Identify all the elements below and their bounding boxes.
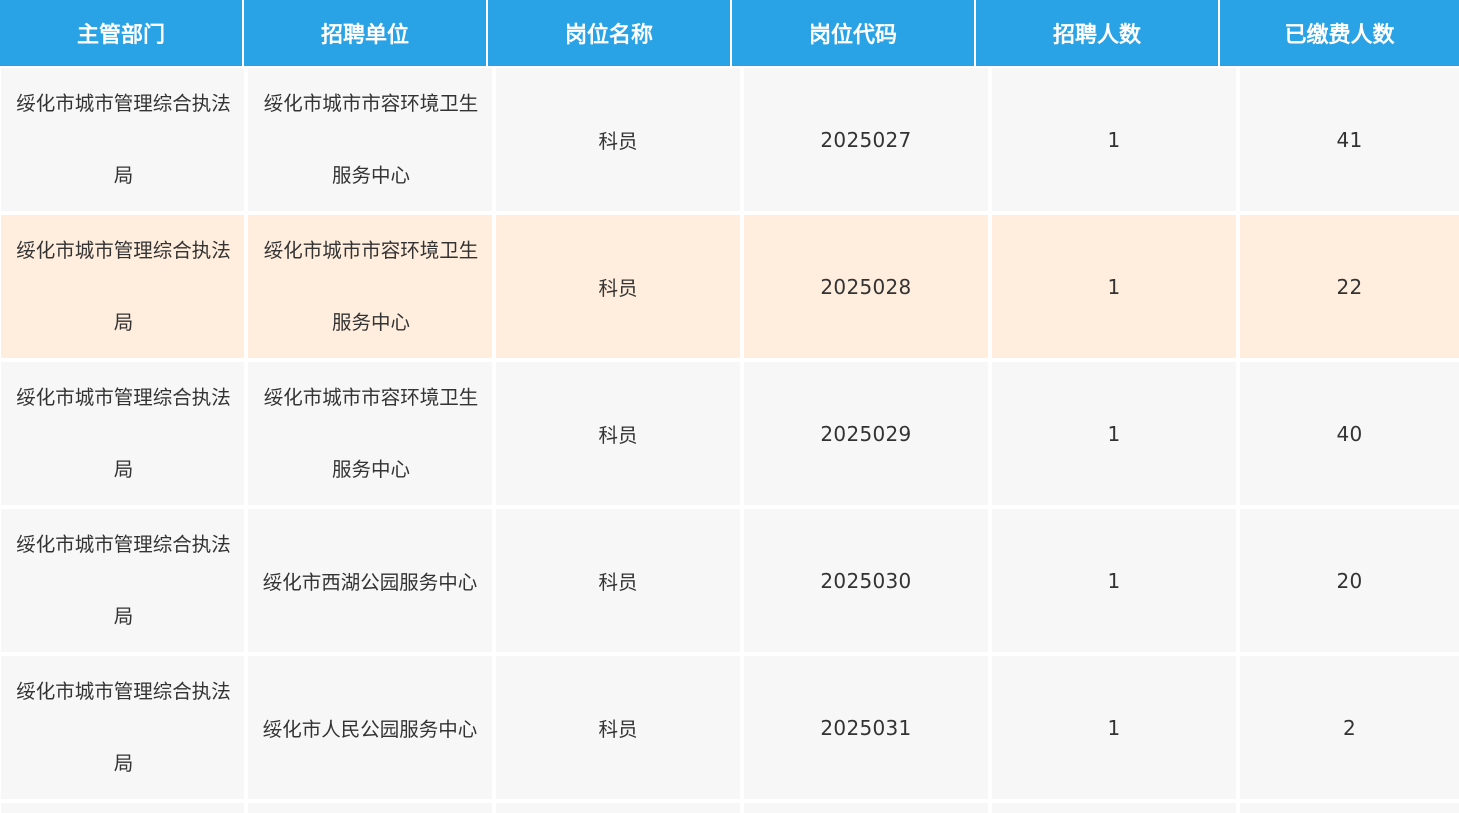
header-paid-count: 已缴费人数 (1220, 0, 1459, 66)
cell-text: 绥化市城市管理综合执法 (16, 679, 231, 703)
cell-text: 局 (113, 310, 134, 334)
cell-position-name: 科员 (496, 68, 740, 211)
cell-department: 绥化市城市管理综合执法 局 (1, 362, 244, 505)
cell-text: 绥化市城市管理综合执法 (16, 385, 231, 409)
cell-paid-count: 22 (1240, 215, 1459, 358)
cell-recruiting-unit: 绥化市城市市容环境卫生 服务中心 (248, 215, 492, 358)
cell-openings: 1 (992, 362, 1236, 505)
cell-text: 局 (113, 457, 134, 481)
cell-position-name: 科员 (496, 362, 740, 505)
cell-text: 绥化市城市管理综合执法 (16, 91, 231, 115)
cell-empty (496, 803, 740, 813)
cell-position-code: 2025028 (744, 215, 988, 358)
header-department: 主管部门 (0, 0, 244, 66)
cell-position-code: 2025030 (744, 509, 988, 652)
cell-empty (1, 803, 244, 813)
cell-recruiting-unit: 绥化市西湖公园服务中心 (248, 509, 492, 652)
table-row-partial (0, 803, 1459, 813)
cell-paid-count: 40 (1240, 362, 1459, 505)
cell-position-code: 2025029 (744, 362, 988, 505)
header-openings: 招聘人数 (976, 0, 1220, 66)
cell-empty (1240, 803, 1459, 813)
cell-text: 绥化市城市管理综合执法 (16, 532, 231, 556)
cell-text: 局 (113, 751, 134, 775)
cell-text: 绥化市城市市容环境卫生 (263, 91, 479, 115)
cell-text: 绥化市人民公园服务中心 (262, 718, 478, 741)
table-row: 绥化市城市管理综合执法 局 绥化市西湖公园服务中心 科员 2025030 1 2… (0, 509, 1459, 652)
table-row: 绥化市城市管理综合执法 局 绥化市人民公园服务中心 科员 2025031 1 2 (0, 656, 1459, 799)
table-row: 绥化市城市管理综合执法 局 绥化市城市市容环境卫生 服务中心 科员 202502… (0, 362, 1459, 505)
cell-text: 服务中心 (331, 310, 410, 334)
header-position-name: 岗位名称 (488, 0, 732, 66)
cell-recruiting-unit: 绥化市城市市容环境卫生 服务中心 (248, 68, 492, 211)
cell-position-code: 2025031 (744, 656, 988, 799)
cell-paid-count: 2 (1240, 656, 1459, 799)
cell-department: 绥化市城市管理综合执法 局 (1, 509, 244, 652)
table-row: 绥化市城市管理综合执法 局 绥化市城市市容环境卫生 服务中心 科员 202502… (0, 68, 1459, 211)
cell-position-name: 科员 (496, 509, 740, 652)
cell-position-name: 科员 (496, 656, 740, 799)
cell-position-code: 2025027 (744, 68, 988, 211)
cell-department: 绥化市城市管理综合执法 局 (1, 215, 244, 358)
cell-empty (992, 803, 1236, 813)
cell-position-name: 科员 (496, 215, 740, 358)
cell-openings: 1 (992, 215, 1236, 358)
recruitment-table: 主管部门 招聘单位 岗位名称 岗位代码 招聘人数 已缴费人数 绥化市城市管理综合… (0, 0, 1459, 813)
cell-empty (248, 803, 492, 813)
cell-text: 局 (113, 163, 134, 187)
cell-text: 绥化市西湖公园服务中心 (262, 571, 478, 594)
cell-text: 绥化市城市市容环境卫生 (263, 385, 479, 409)
header-recruiting-unit: 招聘单位 (244, 0, 488, 66)
cell-paid-count: 41 (1240, 68, 1459, 211)
cell-text: 绥化市城市管理综合执法 (16, 238, 231, 262)
header-position-code: 岗位代码 (732, 0, 976, 66)
cell-openings: 1 (992, 509, 1236, 652)
cell-department: 绥化市城市管理综合执法 局 (1, 656, 244, 799)
cell-text: 服务中心 (331, 457, 410, 481)
cell-recruiting-unit: 绥化市城市市容环境卫生 服务中心 (248, 362, 492, 505)
cell-text: 服务中心 (331, 163, 410, 187)
table-row-highlighted: 绥化市城市管理综合执法 局 绥化市城市市容环境卫生 服务中心 科员 202502… (0, 215, 1459, 358)
cell-empty (744, 803, 988, 813)
cell-openings: 1 (992, 68, 1236, 211)
cell-text: 局 (113, 604, 134, 628)
cell-recruiting-unit: 绥化市人民公园服务中心 (248, 656, 492, 799)
cell-openings: 1 (992, 656, 1236, 799)
table-header: 主管部门 招聘单位 岗位名称 岗位代码 招聘人数 已缴费人数 (0, 0, 1459, 66)
cell-paid-count: 20 (1240, 509, 1459, 652)
cell-text: 绥化市城市市容环境卫生 (263, 238, 479, 262)
cell-department: 绥化市城市管理综合执法 局 (1, 68, 244, 211)
